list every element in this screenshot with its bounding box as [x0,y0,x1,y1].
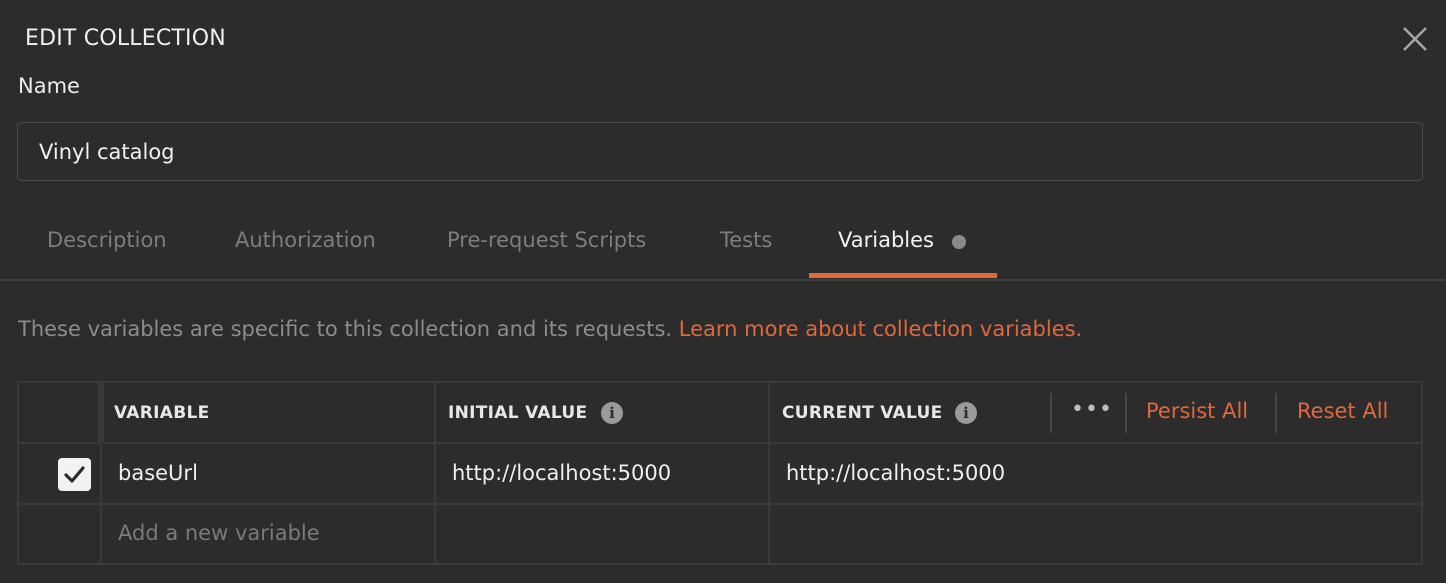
row-checkbox-cell [19,444,102,505]
header-variable: VARIABLE [114,403,210,423]
variable-name-cell[interactable]: baseUrl [102,444,436,505]
header-variable-cell: VARIABLE [102,383,436,444]
new-current-value-cell[interactable] [770,505,1421,565]
new-initial-value-cell[interactable] [436,505,770,565]
header-initial-value: INITIAL VALUE [448,403,588,423]
learn-more-link[interactable]: Learn more about collection variables. [679,317,1082,341]
header-initial-value-cell: INITIAL VALUE i [436,383,770,444]
tab-authorization[interactable]: Authorization [235,228,376,252]
dialog-title: EDIT COLLECTION [25,26,226,51]
header-checkbox-cell [19,383,100,444]
edit-collection-dialog: EDIT COLLECTION Name Vinyl catalog Descr… [0,0,1446,583]
description-text: These variables are specific to this col… [18,317,673,341]
more-horizontal-icon[interactable]: ••• [1071,397,1113,422]
new-variable-cell[interactable]: Add a new variable [102,505,436,565]
current-value: http://localhost:5000 [786,461,1006,485]
header-separator [1275,393,1277,433]
initial-value-cell[interactable]: http://localhost:5000 [436,444,770,505]
variable-enabled-checkbox[interactable] [58,458,91,491]
tab-tests[interactable]: Tests [720,228,772,252]
tab-divider [0,279,1446,281]
checkmark-icon [64,466,85,483]
close-icon[interactable] [1400,24,1430,54]
new-variable-placeholder: Add a new variable [118,521,320,545]
variable-name: baseUrl [118,461,198,485]
tab-description[interactable]: Description [47,228,167,252]
tab-pre-request-scripts[interactable]: Pre-request Scripts [447,228,646,252]
collection-name-input[interactable]: Vinyl catalog [17,122,1423,181]
current-value-cell[interactable]: http://localhost:5000 [770,444,1421,505]
new-row-checkbox-cell [19,505,102,565]
name-label: Name [18,74,80,98]
unsaved-changes-dot [952,235,966,249]
header-separator [1050,393,1052,433]
header-current-value: CURRENT VALUE [782,403,943,423]
persist-all-button[interactable]: Persist All [1146,399,1248,423]
reset-all-button[interactable]: Reset All [1297,399,1388,423]
header-separator [1125,393,1127,433]
info-icon[interactable]: i [955,402,977,424]
initial-value: http://localhost:5000 [452,461,672,485]
active-tab-indicator [809,273,997,278]
collection-name-value: Vinyl catalog [39,139,175,164]
tab-bar: Description Authorization Pre-request Sc… [0,216,1446,280]
variables-table: VARIABLE INITIAL VALUE i CURRENT VALUE i… [17,381,1423,565]
variables-description: These variables are specific to this col… [18,317,1082,341]
tab-variables[interactable]: Variables [838,228,934,252]
info-icon[interactable]: i [601,402,623,424]
header-current-value-cell: CURRENT VALUE i ••• Persist All Reset Al… [770,383,1421,444]
